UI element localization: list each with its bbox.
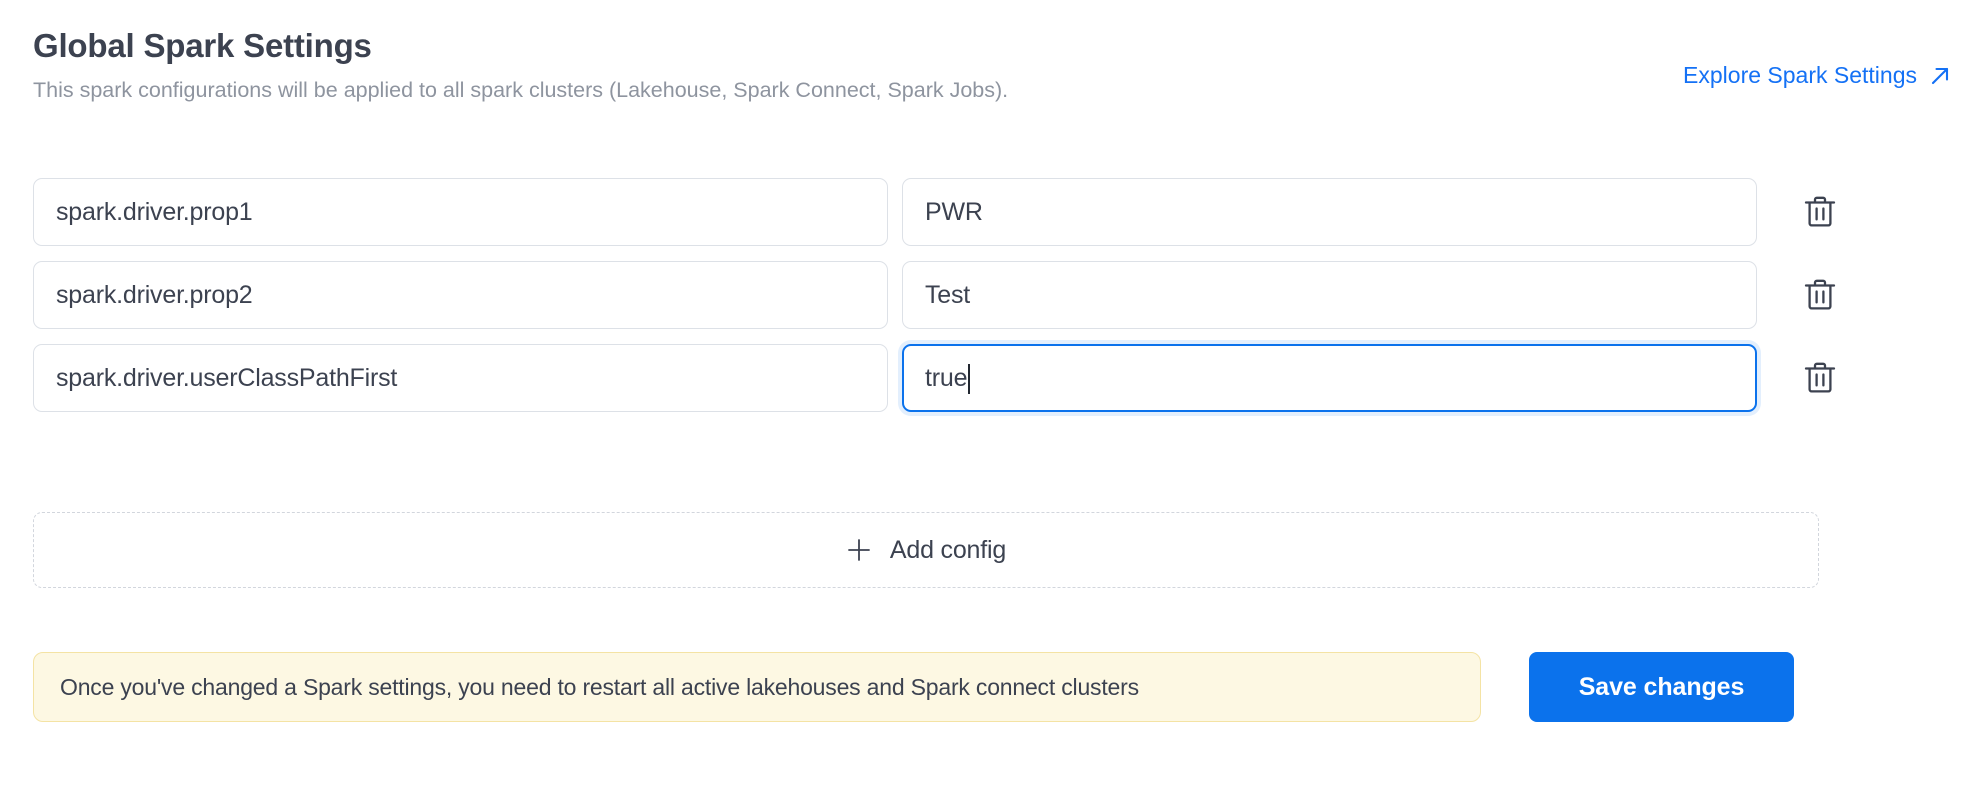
save-changes-button[interactable]: Save changes	[1529, 652, 1794, 722]
config-value-input[interactable]: PWR	[902, 178, 1757, 246]
global-spark-settings-page: Global Spark Settings This spark configu…	[0, 0, 1984, 796]
add-config-button[interactable]: Add config	[33, 512, 1819, 588]
config-value-input[interactable]: Test	[902, 261, 1757, 329]
trash-icon	[1803, 194, 1837, 230]
config-value-input-focused[interactable]: true	[902, 344, 1757, 412]
table-row: spark.driver.prop1 PWR	[33, 178, 1951, 246]
add-config-label: Add config	[889, 535, 1007, 564]
config-value-value: PWR	[925, 197, 983, 226]
delete-config-button[interactable]	[1785, 178, 1855, 246]
page-header: Global Spark Settings This spark configu…	[33, 26, 1951, 116]
text-cursor	[968, 364, 971, 394]
config-key-input[interactable]: spark.driver.prop2	[33, 261, 888, 329]
page-title: Global Spark Settings	[33, 27, 372, 64]
restart-warning-text: Once you've changed a Spark settings, yo…	[60, 673, 1139, 700]
explore-spark-settings-link[interactable]: Explore Spark Settings	[1683, 62, 1951, 89]
explore-spark-settings-label: Explore Spark Settings	[1683, 62, 1917, 88]
trash-icon	[1803, 360, 1837, 396]
config-value-value: true	[925, 363, 968, 392]
delete-config-button[interactable]	[1785, 344, 1855, 412]
config-key-value: spark.driver.prop2	[56, 280, 253, 309]
config-key-value: spark.driver.userClassPathFirst	[56, 363, 398, 392]
config-value-value: Test	[925, 280, 971, 309]
page-footer: Once you've changed a Spark settings, yo…	[33, 652, 1951, 722]
config-key-input[interactable]: spark.driver.prop1	[33, 178, 888, 246]
config-key-value: spark.driver.prop1	[56, 197, 253, 226]
page-subtitle: This spark configurations will be applie…	[33, 78, 1009, 102]
trash-icon	[1803, 277, 1837, 313]
delete-config-button[interactable]	[1785, 261, 1855, 329]
table-row: spark.driver.prop2 Test	[33, 261, 1951, 329]
spark-config-list: spark.driver.prop1 PWR spark.driver.prop…	[33, 178, 1951, 427]
restart-warning-banner: Once you've changed a Spark settings, yo…	[33, 652, 1481, 722]
plus-icon	[846, 537, 872, 563]
config-key-input[interactable]: spark.driver.userClassPathFirst	[33, 344, 888, 412]
table-row: spark.driver.userClassPathFirst true	[33, 344, 1951, 412]
external-link-arrow-icon	[1929, 65, 1951, 87]
